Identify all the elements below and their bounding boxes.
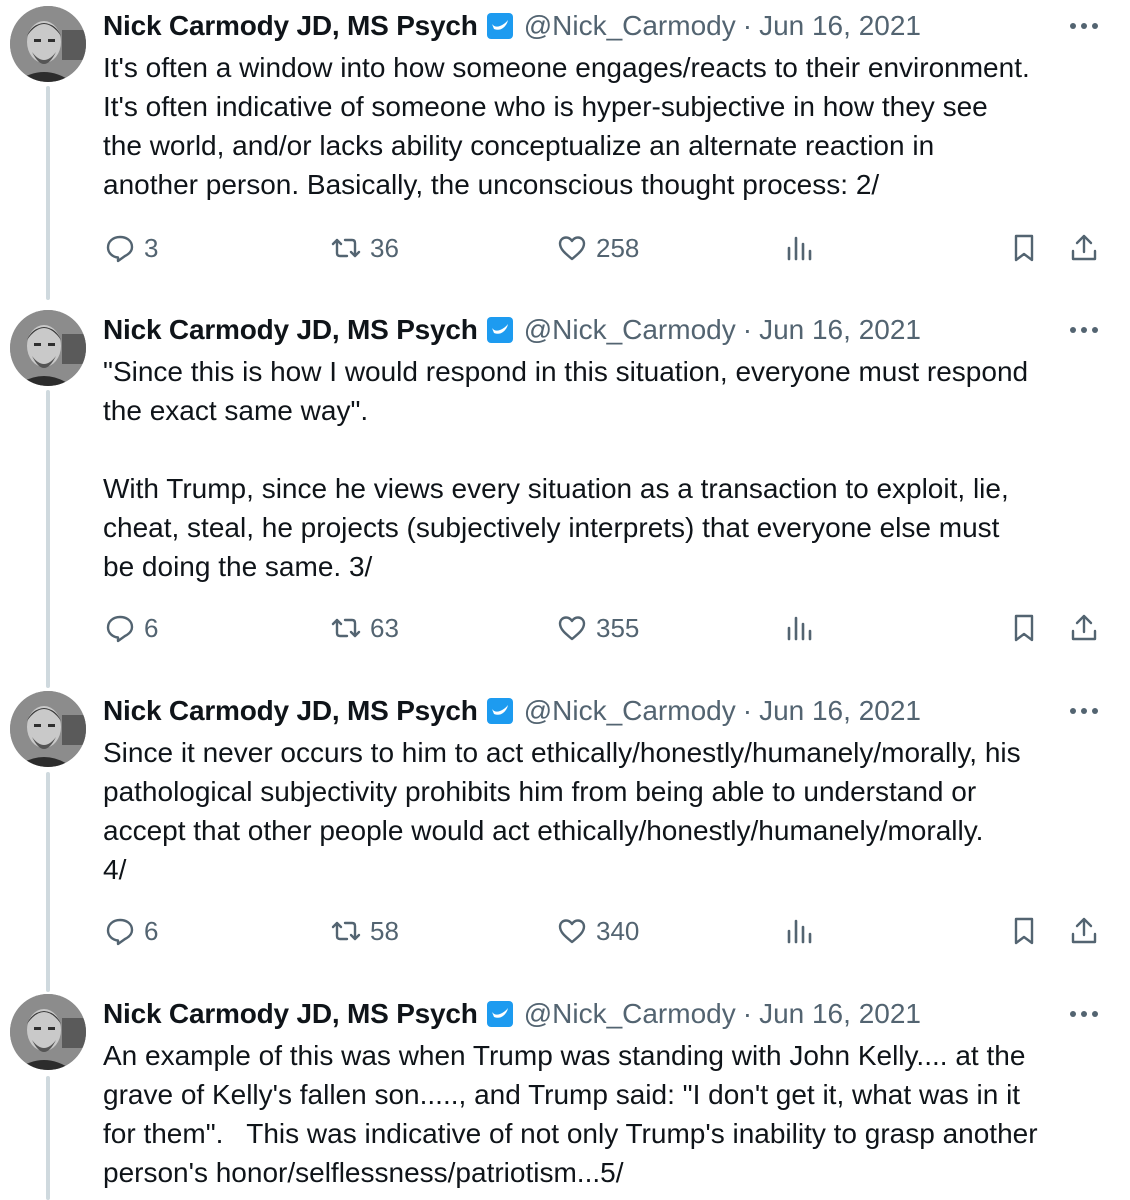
author-handle[interactable]: @Nick_Carmody bbox=[524, 998, 736, 1030]
like-count: 258 bbox=[596, 232, 640, 263]
separator: · bbox=[742, 10, 753, 41]
retweet-button[interactable]: 36 bbox=[330, 228, 399, 268]
thread-line bbox=[46, 1076, 50, 1200]
bookmark-icon bbox=[1014, 917, 1034, 945]
share-button[interactable] bbox=[1068, 608, 1100, 648]
author-name[interactable]: Nick Carmody JD, MS Psych bbox=[103, 10, 478, 42]
avatar[interactable] bbox=[10, 691, 86, 767]
avatar[interactable] bbox=[10, 6, 86, 82]
reply-count: 6 bbox=[144, 915, 159, 946]
reply-icon bbox=[106, 235, 134, 263]
tweet-text: It's often a window into how someone eng… bbox=[103, 52, 1030, 200]
reply-icon bbox=[106, 615, 134, 643]
retweet-icon bbox=[331, 921, 361, 941]
author-name[interactable]: Nick Carmody JD, MS Psych bbox=[103, 998, 478, 1030]
separator: · bbox=[742, 998, 753, 1029]
verified-icon bbox=[486, 13, 513, 39]
reply-count: 3 bbox=[144, 232, 159, 263]
separator: · bbox=[742, 695, 753, 726]
like-count: 340 bbox=[596, 915, 640, 946]
separator: · bbox=[742, 314, 753, 345]
like-button[interactable]: 355 bbox=[556, 608, 639, 648]
retweet-count: 58 bbox=[370, 915, 399, 946]
tweet-actions: 3 36 258 bbox=[0, 228, 1130, 268]
tweet-actions: 6 63 355 bbox=[0, 608, 1130, 648]
views-icon bbox=[787, 236, 812, 261]
tweet-header: Nick Carmody JD, MS Psych @Nick_Carmody … bbox=[103, 6, 1103, 46]
share-button[interactable] bbox=[1068, 228, 1100, 268]
retweet-button[interactable]: 58 bbox=[330, 911, 399, 951]
more-icon[interactable] bbox=[1066, 6, 1102, 46]
like-icon bbox=[558, 919, 586, 944]
avatar[interactable] bbox=[10, 310, 86, 386]
author-name[interactable]: Nick Carmody JD, MS Psych bbox=[103, 314, 478, 346]
reply-icon bbox=[106, 918, 134, 946]
verified-icon bbox=[486, 698, 513, 724]
retweet-icon bbox=[331, 618, 361, 638]
reply-button[interactable]: 3 bbox=[104, 228, 158, 268]
tweet-text: Since it never occurs to him to act ethi… bbox=[103, 737, 1021, 885]
like-icon bbox=[558, 236, 586, 261]
like-icon bbox=[558, 616, 586, 641]
share-button[interactable] bbox=[1068, 911, 1100, 951]
author-handle[interactable]: @Nick_Carmody bbox=[524, 314, 736, 346]
views-icon bbox=[787, 616, 812, 641]
views-button[interactable] bbox=[784, 911, 816, 951]
tweet-date[interactable]: Jun 16, 2021 bbox=[759, 695, 921, 727]
share-icon bbox=[1071, 234, 1097, 261]
tweet-date[interactable]: Jun 16, 2021 bbox=[759, 314, 921, 346]
views-icon bbox=[787, 919, 812, 944]
tweet-actions: 6 58 340 bbox=[0, 911, 1130, 951]
more-icon[interactable] bbox=[1066, 994, 1102, 1034]
more-icon[interactable] bbox=[1066, 691, 1102, 731]
author-handle[interactable]: @Nick_Carmody bbox=[524, 695, 736, 727]
author-name[interactable]: Nick Carmody JD, MS Psych bbox=[103, 695, 478, 727]
views-button[interactable] bbox=[784, 228, 816, 268]
bookmark-button[interactable] bbox=[1008, 911, 1040, 951]
views-button[interactable] bbox=[784, 608, 816, 648]
like-button[interactable]: 258 bbox=[556, 228, 639, 268]
tweet-text: "Since this is how I would respond in th… bbox=[103, 356, 1029, 582]
verified-icon bbox=[486, 1001, 513, 1027]
more-icon[interactable] bbox=[1066, 310, 1102, 350]
bookmark-button[interactable] bbox=[1008, 228, 1040, 268]
tweet-date[interactable]: Jun 16, 2021 bbox=[759, 998, 921, 1030]
retweet-count: 63 bbox=[370, 612, 399, 643]
like-button[interactable]: 340 bbox=[556, 911, 639, 951]
share-icon bbox=[1071, 614, 1097, 641]
bookmark-button[interactable] bbox=[1008, 608, 1040, 648]
author-handle[interactable]: @Nick_Carmody bbox=[524, 10, 736, 42]
tweet-text: An example of this was when Trump was st… bbox=[103, 1040, 1038, 1188]
retweet-icon bbox=[331, 238, 361, 258]
thread-line bbox=[46, 772, 50, 992]
avatar[interactable] bbox=[10, 994, 86, 1070]
tweet-header: Nick Carmody JD, MS Psych @Nick_Carmody … bbox=[103, 310, 1103, 350]
verified-icon bbox=[486, 317, 513, 343]
retweet-button[interactable]: 63 bbox=[330, 608, 399, 648]
reply-count: 6 bbox=[144, 612, 159, 643]
reply-button[interactable]: 6 bbox=[104, 911, 158, 951]
like-count: 355 bbox=[596, 612, 640, 643]
retweet-count: 36 bbox=[370, 232, 399, 263]
reply-button[interactable]: 6 bbox=[104, 608, 158, 648]
tweet-header: Nick Carmody JD, MS Psych @Nick_Carmody … bbox=[103, 691, 1103, 731]
bookmark-icon bbox=[1014, 614, 1034, 642]
tweet-date[interactable]: Jun 16, 2021 bbox=[759, 10, 921, 42]
bookmark-icon bbox=[1014, 234, 1034, 262]
share-icon bbox=[1071, 917, 1097, 944]
tweet-header: Nick Carmody JD, MS Psych @Nick_Carmody … bbox=[103, 994, 1103, 1034]
